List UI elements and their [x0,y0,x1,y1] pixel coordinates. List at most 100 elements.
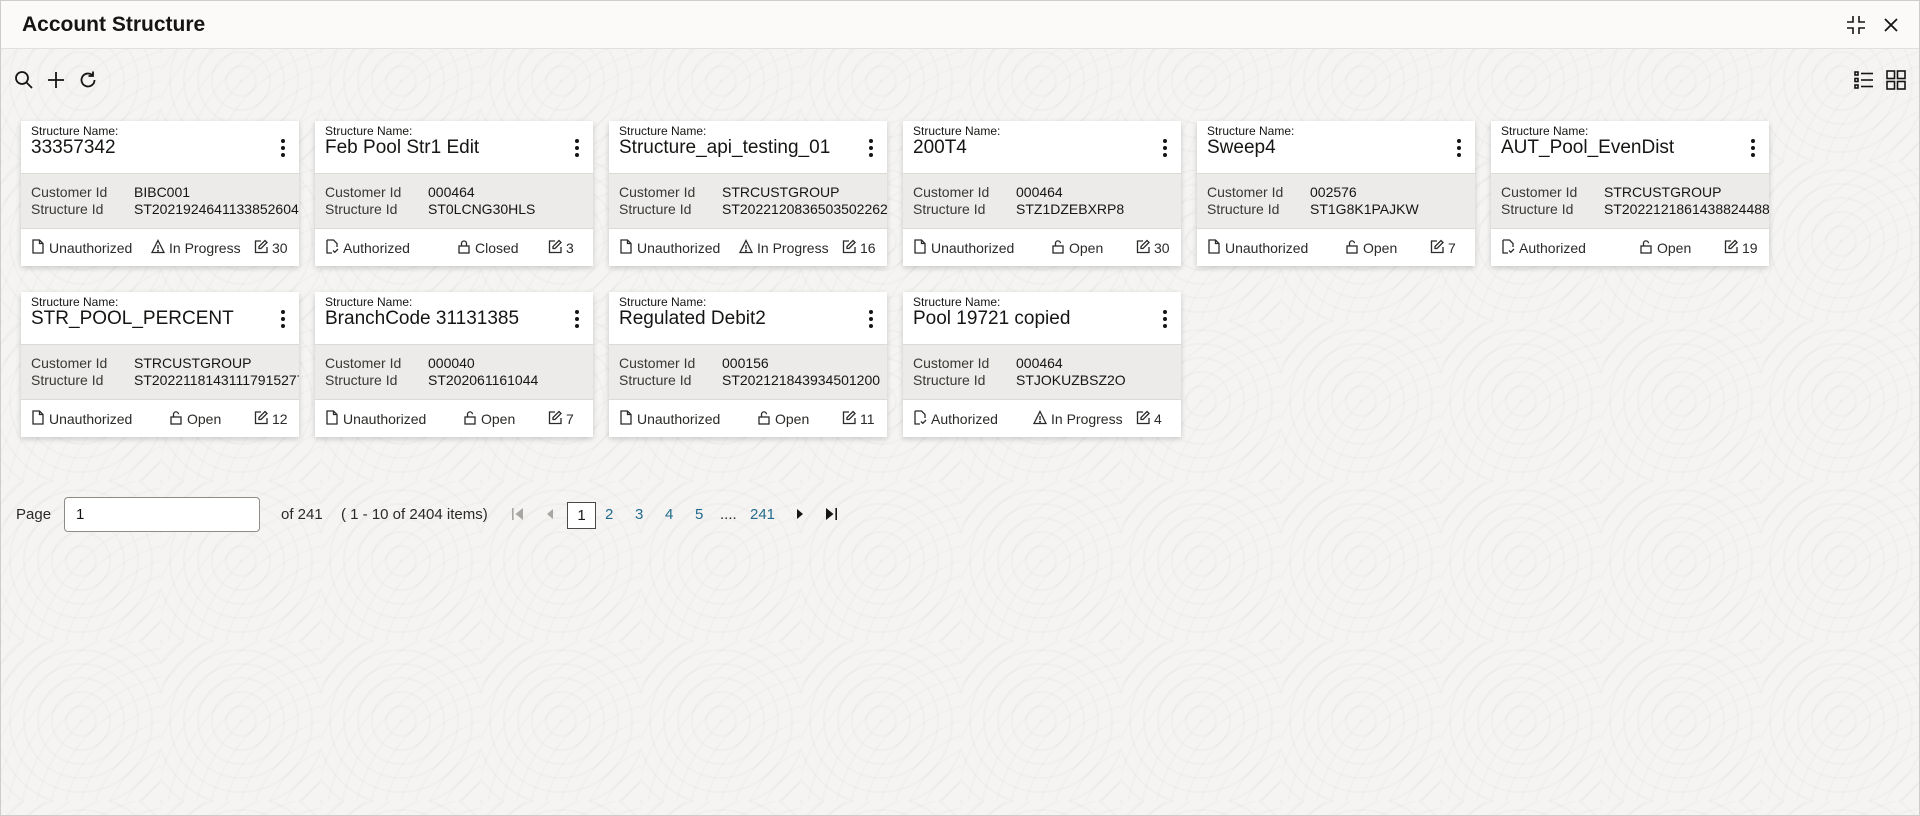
card-header: Structure Name: STR_POOL_PERCENT [21,292,299,344]
close-icon[interactable] [1879,13,1903,37]
structure-name[interactable]: Pool 19721 copied [913,308,1070,330]
customer-id-label: Customer Id [619,184,696,200]
more-actions-icon[interactable] [279,139,287,161]
page-link[interactable]: 4 [665,506,673,523]
structure-card[interactable]: Structure Name: BranchCode 31131385 Cust… [315,292,593,437]
document-check-icon [325,239,343,257]
structure-name[interactable]: 33357342 [31,137,116,159]
structure-name-label: Structure Name: [1501,124,1589,138]
structure-card[interactable]: Structure Name: 200T4 Customer Id 000464 … [903,121,1181,266]
list-view-icon[interactable] [1853,69,1875,91]
refresh-icon[interactable] [77,69,99,91]
modification-count: 16 [842,239,876,257]
customer-id-label: Customer Id [1501,184,1578,200]
card-footer: Authorized In Progress 4 [903,400,1181,437]
modification-count-value: 30 [1154,240,1170,256]
first-page-icon[interactable] [510,505,526,523]
more-actions-icon[interactable] [573,310,581,332]
customer-id-label: Customer Id [31,184,108,200]
structure-name[interactable]: Structure_api_testing_01 [619,137,830,159]
edit-icon [548,239,566,257]
structure-id-value: ST202121843934501200 [722,372,881,388]
more-actions-icon[interactable] [1749,139,1757,161]
structure-card[interactable]: Structure Name: AUT_Pool_EvenDist Custom… [1491,121,1769,266]
structure-card[interactable]: Structure Name: Feb Pool Str1 Edit Custo… [315,121,593,266]
more-actions-icon[interactable] [1161,310,1169,332]
authorization-status: Unauthorized [325,410,426,428]
edit-icon [842,239,860,257]
structure-card[interactable]: Structure Name: 33357342 Customer Id BIBC… [21,121,299,266]
edit-icon [254,410,272,428]
structure-card[interactable]: Structure Name: Sweep4 Customer Id 002576… [1197,121,1475,266]
structure-name[interactable]: AUT_Pool_EvenDist [1501,137,1674,159]
structure-id-label: Structure Id [325,201,398,217]
structure-card[interactable]: Structure Name: Pool 19721 copied Custom… [903,292,1181,437]
structure-name[interactable]: BranchCode 31131385 [325,308,519,330]
record-status: Closed [457,239,519,257]
structure-id-value: ST20221208365035022629 [722,201,887,217]
authorization-status: Unauthorized [619,239,720,257]
more-actions-icon[interactable] [1161,139,1169,161]
customer-id-value: 000464 [1016,355,1063,371]
last-page-link[interactable]: 241 [750,506,775,523]
page-link[interactable]: 3 [635,506,643,523]
modification-count-value: 3 [566,240,574,256]
authorization-status: Unauthorized [913,239,1014,257]
structure-id-label: Structure Id [325,372,398,388]
restore-icon[interactable] [1844,13,1868,37]
more-actions-icon[interactable] [867,139,875,161]
edit-icon [842,410,860,428]
page-link[interactable]: 5 [695,506,703,523]
structure-name[interactable]: 200T4 [913,137,967,159]
unlock-icon [757,410,775,428]
customer-id-label: Customer Id [1207,184,1284,200]
customer-id-label: Customer Id [325,184,402,200]
search-icon[interactable] [13,69,35,91]
page-number-input[interactable] [64,497,260,532]
more-actions-icon[interactable] [279,310,287,332]
record-status: Open [1051,239,1103,257]
customer-id-value: 000156 [722,355,769,371]
structure-card[interactable]: Structure Name: Regulated Debit2 Custome… [609,292,887,437]
previous-page-icon[interactable] [542,505,558,523]
card-footer: Unauthorized Open 11 [609,400,887,437]
more-actions-icon[interactable] [573,139,581,161]
card-header: Structure Name: Regulated Debit2 [609,292,887,344]
structure-card[interactable]: Structure Name: STR_POOL_PERCENT Custome… [21,292,299,437]
modification-count: 11 [842,410,875,428]
current-page[interactable]: 1 [567,502,596,529]
structure-id-label: Structure Id [913,201,986,217]
structure-name[interactable]: Sweep4 [1207,137,1276,159]
structure-name-label: Structure Name: [1207,124,1295,138]
card-details: Customer Id STRCUSTGROUP Structure Id ST20… [1491,173,1769,229]
structure-id-value: ST2021924641133852604 [134,201,299,217]
page-count-label: of 241 [281,506,323,523]
structure-name-label: Structure Name: [31,124,119,138]
authorization-status-text: Authorized [343,240,410,256]
add-icon[interactable] [45,69,67,91]
structure-card[interactable]: Structure Name: Structure_api_testing_01… [609,121,887,266]
authorization-status-text: Unauthorized [49,411,133,427]
document-icon [913,239,931,257]
next-page-icon[interactable] [792,505,808,523]
unlock-icon [463,410,481,428]
document-check-icon [913,410,931,428]
customer-id-value: 000464 [428,184,475,200]
customer-id-value: 002576 [1310,184,1357,200]
last-page-icon[interactable] [823,505,839,523]
authorization-status-text: Unauthorized [931,240,1015,256]
authorization-status-text: Unauthorized [1225,240,1309,256]
card-header: Structure Name: 200T4 [903,121,1181,173]
card-details: Customer Id 000464 Structure Id ST0LCNG30H… [315,173,593,229]
structure-name[interactable]: Feb Pool Str1 Edit [325,137,479,159]
modification-count-value: 12 [272,411,288,427]
more-actions-icon[interactable] [867,310,875,332]
grid-view-icon[interactable] [1885,69,1907,91]
authorization-status: Unauthorized [1207,239,1308,257]
structure-name[interactable]: Regulated Debit2 [619,308,766,330]
document-icon [31,410,49,428]
page-link[interactable]: 2 [605,506,613,523]
card-details: Customer Id 000156 Structure Id ST20212184… [609,344,887,400]
more-actions-icon[interactable] [1455,139,1463,161]
structure-name[interactable]: STR_POOL_PERCENT [31,308,234,330]
